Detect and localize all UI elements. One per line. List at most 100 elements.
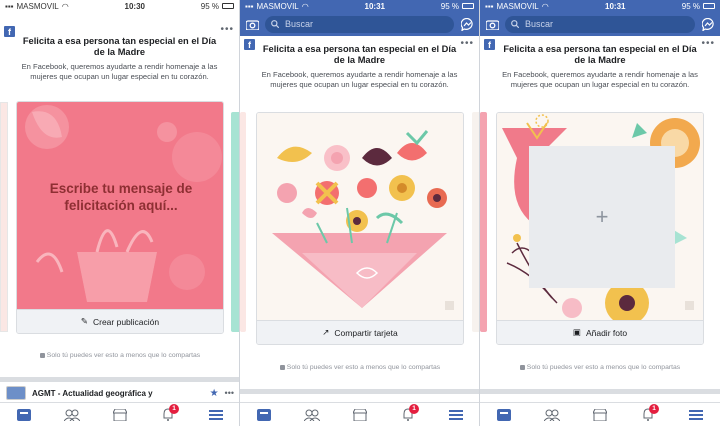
tab-marketplace[interactable]	[108, 405, 132, 425]
share-card-button[interactable]: ↗ Compartir tarjeta	[257, 320, 463, 344]
status-bar: ▪▪▪ MASMOVIL ◠ 10:30 95 %	[0, 0, 239, 12]
phone-screen-3: ▪▪▪ MASMOVIL ◠ 10:31 95 % Buscar f ••• F…	[480, 0, 720, 426]
clock: 10:31	[364, 1, 385, 11]
signal-icon: ▪▪▪	[485, 1, 494, 11]
tab-notifications[interactable]: 1	[636, 403, 660, 425]
tab-menu[interactable]	[204, 405, 228, 425]
news-feed-icon	[497, 408, 511, 421]
search-icon	[511, 20, 519, 28]
camera-icon[interactable]	[245, 17, 259, 31]
lock-icon	[279, 364, 285, 370]
section-divider	[240, 389, 479, 394]
marketplace-icon	[593, 408, 607, 421]
battery-percent: 95 %	[440, 1, 459, 11]
tab-marketplace[interactable]	[588, 405, 612, 425]
add-photo-button[interactable]: ▣ Añadir foto	[497, 320, 703, 344]
top-navigation: Buscar	[480, 12, 720, 36]
section-divider	[480, 389, 720, 394]
tab-news-feed[interactable]	[252, 405, 276, 425]
edit-icon: ✎	[80, 316, 88, 326]
notifications-badge: 1	[409, 403, 419, 414]
top-navigation: Buscar	[240, 12, 479, 36]
carrier-label: MASMOVIL	[256, 1, 299, 11]
star-icon[interactable]: ★	[210, 388, 219, 399]
flower-bouquet-card[interactable]	[257, 113, 463, 320]
next-card-peek[interactable]	[472, 112, 479, 332]
previous-card-peek[interactable]	[0, 102, 8, 332]
facebook-logo-icon: f	[4, 26, 15, 37]
lock-icon	[519, 364, 525, 370]
privacy-note: Solo tú puedes ver esto a menos que lo c…	[240, 363, 479, 372]
flower-heart-illustration	[272, 130, 454, 310]
wifi-icon: ◠	[61, 1, 69, 11]
post-options-icon[interactable]: •••	[225, 388, 234, 398]
marketplace-icon	[353, 408, 367, 421]
news-feed-icon	[17, 408, 31, 421]
tab-menu[interactable]	[444, 405, 468, 425]
write-message-text[interactable]: Escribe tu mensaje de felicitación aquí.…	[17, 180, 223, 214]
campaign-header: f ••• Felicita a esa persona tan especia…	[0, 12, 239, 82]
more-options-icon[interactable]: •••	[460, 38, 474, 49]
create-post-button[interactable]: ✎ Crear publicación	[17, 309, 223, 333]
battery-percent: 95 %	[200, 1, 219, 11]
tab-friends[interactable]	[300, 405, 324, 425]
signal-icon: ▪▪▪	[245, 1, 254, 11]
phone-screen-2: ▪▪▪ MASMOVIL ◠ 10:31 95 % Buscar f ••• F…	[240, 0, 480, 426]
marketplace-icon	[113, 408, 127, 421]
add-photo-area[interactable]: +	[529, 146, 675, 288]
tab-news-feed[interactable]	[12, 405, 36, 425]
search-placeholder: Buscar	[525, 19, 554, 29]
search-input[interactable]: Buscar	[265, 15, 454, 33]
battery-icon	[462, 3, 474, 9]
wifi-icon: ◠	[541, 1, 549, 11]
battery-percent: 95 %	[681, 1, 700, 11]
feed-post-header[interactable]: AGMT - Actualidad geográfica y ★ •••	[0, 383, 239, 403]
share-card-label: Compartir tarjeta	[334, 327, 398, 338]
messenger-icon[interactable]	[701, 17, 715, 31]
campaign-subtitle: En Facebook, queremos ayudarte a rendir …	[502, 70, 698, 89]
app-header: ▪▪▪ MASMOVIL ◠ 10:31 95 % Buscar	[240, 0, 479, 36]
privacy-note: Solo tú puedes ver esto a menos que lo c…	[0, 351, 239, 360]
tab-news-feed[interactable]	[492, 405, 516, 425]
camera-icon[interactable]	[485, 17, 499, 31]
create-post-label: Crear publicación	[92, 316, 160, 327]
post-author[interactable]: AGMT - Actualidad geográfica y	[32, 389, 204, 398]
app-header: ▪▪▪ MASMOVIL ◠ 10:31 95 % Buscar	[480, 0, 720, 36]
menu-icon	[449, 409, 463, 420]
friends-icon	[544, 409, 560, 421]
previous-card-peek[interactable]	[240, 112, 246, 332]
section-divider	[0, 377, 239, 382]
photo-frame-card: + ▣ Añadir foto	[496, 112, 704, 345]
next-card-peek[interactable]	[231, 112, 239, 332]
search-input[interactable]: Buscar	[505, 15, 695, 33]
share-icon: ↗	[322, 327, 330, 337]
page-avatar[interactable]	[6, 386, 26, 400]
notifications-badge: 1	[649, 403, 659, 414]
pink-message-background[interactable]: Escribe tu mensaje de felicitación aquí.…	[17, 102, 223, 309]
add-photo-label: Añadir foto	[585, 327, 628, 338]
bottom-tab-bar: 1	[480, 402, 720, 426]
campaign-header: f ••• Felicita a esa persona tan especia…	[480, 36, 720, 90]
privacy-note: Solo tú puedes ver esto a menos que lo c…	[480, 363, 720, 372]
tab-notifications[interactable]: 1	[396, 403, 420, 425]
carrier-label: MASMOVIL	[16, 1, 59, 11]
messenger-icon[interactable]	[460, 17, 474, 31]
friends-icon	[304, 409, 320, 421]
more-options-icon[interactable]: •••	[220, 24, 234, 35]
bottom-tab-bar: 1	[0, 402, 239, 426]
photo-frame-background: +	[497, 113, 703, 325]
tab-friends[interactable]	[540, 405, 564, 425]
status-bar: ▪▪▪ MASMOVIL ◠ 10:31 95 %	[240, 0, 479, 12]
previous-card-peek[interactable]	[480, 112, 487, 332]
more-options-icon[interactable]: •••	[701, 38, 715, 49]
photo-icon: ▣	[572, 327, 581, 337]
search-icon	[271, 20, 279, 28]
tab-marketplace[interactable]	[348, 405, 372, 425]
bottom-tab-bar: 1	[240, 402, 479, 426]
campaign-title: Felicita a esa persona tan especial en e…	[262, 44, 457, 65]
wifi-icon: ◠	[301, 1, 309, 11]
tab-menu[interactable]	[684, 405, 708, 425]
menu-icon	[209, 409, 223, 420]
tab-friends[interactable]	[60, 405, 84, 425]
tab-notifications[interactable]: 1	[156, 403, 180, 425]
